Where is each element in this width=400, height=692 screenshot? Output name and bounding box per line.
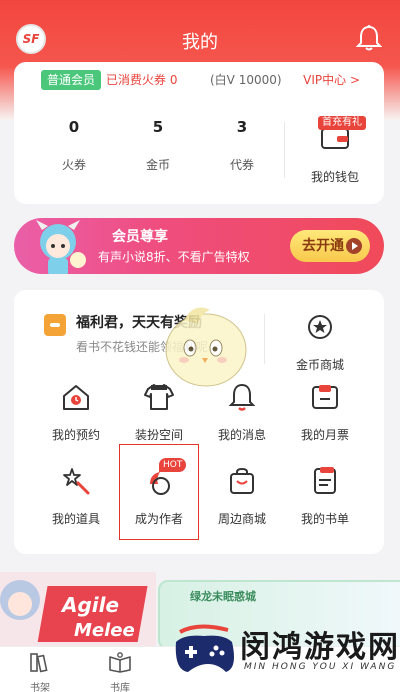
bell-icon xyxy=(228,383,256,411)
member-row: 普通会员 已消费火券 0 (白V 10000) VIP中心 > xyxy=(14,70,384,92)
banner-subtitle: 有声小说8折、不看广告特权 xyxy=(98,250,250,264)
svg-text:Agile: Agile xyxy=(60,593,119,617)
cell-label: 我的道具 xyxy=(51,512,100,526)
activate-label: 去开通 xyxy=(302,238,344,254)
my-wallet-button[interactable]: 首充有礼 我的钱包 xyxy=(292,114,378,185)
stat-fire-tickets[interactable]: 0 火券 xyxy=(44,118,104,173)
stat-value: 5 xyxy=(152,118,164,136)
first-recharge-tag: 首充有礼 xyxy=(318,116,366,130)
bookshelf-icon xyxy=(30,653,48,673)
ticket-icon xyxy=(312,385,338,409)
tab-label: 书架 xyxy=(30,683,50,692)
gift-icon xyxy=(44,314,66,336)
my-reservations-button[interactable]: 我的预约 xyxy=(36,382,116,443)
cell-label: 我的书单 xyxy=(300,512,349,526)
magic-wand-icon xyxy=(63,468,90,495)
stat-label: 代券 xyxy=(229,158,254,172)
top-bar: SF 我的 xyxy=(0,0,400,70)
activate-button[interactable]: 去开通 xyxy=(290,230,370,262)
house-clock-icon xyxy=(63,385,89,410)
gold-mall-button[interactable]: 金币商城 xyxy=(280,312,360,373)
banner-title: 会员尊享 xyxy=(112,229,168,245)
bai-v-progress: (白V 10000) xyxy=(210,73,282,87)
cell-label: 周边商城 xyxy=(217,512,266,526)
svg-text:Melee: Melee xyxy=(74,620,135,641)
anime-girl-illustration xyxy=(36,220,86,274)
gamepad-logo-icon xyxy=(175,624,234,672)
feature-grid-card: 福利君，天天有奖励 看书不花钱还能领福利呢 金币商城 我的预约 装扮空间 我的消… xyxy=(14,290,384,554)
member-badge: 普通会员 xyxy=(41,70,102,90)
tshirt-icon xyxy=(144,384,174,410)
cell-label: 我的月票 xyxy=(300,428,349,442)
promo-right-text: 绿龙未眠惑城 xyxy=(190,590,256,603)
library-icon xyxy=(109,652,131,673)
chick-mascot-illustration xyxy=(165,307,247,387)
cell-label: 装扮空间 xyxy=(134,428,183,442)
cell-label: 我的消息 xyxy=(217,428,266,442)
vip-banner[interactable]: 会员尊享 有声小说8折、不看广告特权 去开通 xyxy=(14,218,384,274)
stat-vouchers[interactable]: 3 代券 xyxy=(212,118,272,173)
divider xyxy=(264,314,265,364)
dress-up-space-button[interactable]: 装扮空间 xyxy=(119,382,199,443)
star-badge-icon xyxy=(308,315,332,339)
tab-label: 书库 xyxy=(110,683,130,692)
stat-value: 3 xyxy=(236,118,248,136)
highlight-frame xyxy=(119,444,199,540)
tab-library[interactable]: 书库 xyxy=(90,651,150,692)
bell-icon[interactable] xyxy=(356,24,382,52)
member-card: 普通会员 已消费火券 0 (白V 10000) VIP中心 > 0 火券 5 金… xyxy=(14,62,384,204)
site-watermark: 闵鸿游戏网 MIN HONG YOU XI WANG xyxy=(168,612,400,692)
wallet-label: 我的钱包 xyxy=(310,170,359,184)
stat-label: 火券 xyxy=(61,158,86,172)
stat-gold-coins[interactable]: 5 金币 xyxy=(128,118,188,173)
shopping-bag-icon xyxy=(230,467,254,494)
merch-store-button[interactable]: 周边商城 xyxy=(202,466,282,527)
my-monthly-ticket-button[interactable]: 我的月票 xyxy=(285,382,365,443)
my-messages-button[interactable]: 我的消息 xyxy=(202,382,282,443)
stat-label: 金币 xyxy=(145,158,170,172)
watermark-subtitle: MIN HONG YOU XI WANG xyxy=(244,662,397,672)
vip-center-link[interactable]: VIP中心 > xyxy=(303,70,360,90)
my-props-button[interactable]: 我的道具 xyxy=(36,466,116,527)
agile-melee-poster: Agile Melee xyxy=(0,572,156,646)
booklist-icon xyxy=(314,467,336,494)
page-title: 我的 xyxy=(182,32,218,53)
cell-label: 金币商城 xyxy=(295,358,344,372)
tab-bookshelf[interactable]: 书架 xyxy=(10,651,70,692)
stat-value: 0 xyxy=(68,118,80,136)
cell-label: 我的预约 xyxy=(51,428,100,442)
play-arrow-icon xyxy=(346,238,362,254)
my-booklist-button[interactable]: 我的书单 xyxy=(285,466,365,527)
divider xyxy=(284,122,285,178)
spent-fire-tickets: 已消费火券 0 xyxy=(106,73,178,87)
watermark-title: 闵鸿游戏网 xyxy=(240,630,400,665)
